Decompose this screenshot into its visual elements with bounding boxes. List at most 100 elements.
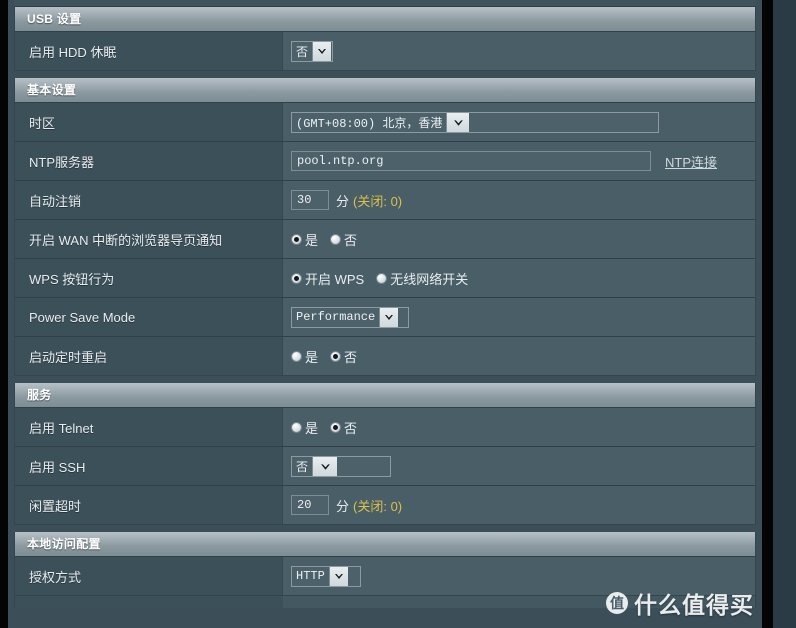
section-title-services: 服务	[15, 383, 755, 408]
idle-timeout-unit: 分	[336, 498, 350, 514]
label-hdd-sleep: 启用 HDD 休眠	[15, 32, 283, 70]
label-ntp-server: NTP服务器	[15, 142, 283, 180]
enable-telnet-option-yes-label: 是	[305, 420, 319, 436]
row-power-save-mode: Power Save Mode Performance	[15, 298, 755, 337]
value-wps-button: 开启 WPS 无线网络开关	[283, 259, 755, 297]
row-auth-method: 授权方式 HTTP	[15, 557, 755, 595]
enable-telnet-option-yes[interactable]: 是	[291, 418, 318, 437]
idle-timeout-input[interactable]: 20	[291, 495, 329, 515]
scheduled-reboot-option-yes[interactable]: 是	[291, 347, 318, 366]
label-wan-notify: 开启 WAN 中断的浏览器导页通知	[15, 220, 283, 258]
value-scheduled-reboot: 是 否	[283, 337, 755, 375]
enable-telnet-option-no[interactable]: 否	[330, 418, 357, 437]
timezone-select[interactable]: (GMT+08:00) 北京，香港	[291, 111, 659, 133]
section-basic: 基本设置 时区 (GMT+08:00) 北京，香港 NTP服务器 pool.nt…	[14, 78, 756, 376]
page-root: USB 设置 启用 HDD 休眠 否 基本设置 时区 (GMT+08:00) 北…	[0, 0, 796, 628]
radio-icon	[291, 233, 302, 245]
section-gap-2	[8, 376, 762, 383]
scheduled-reboot-option-yes-label: 是	[305, 349, 319, 365]
ntp-server-input[interactable]: pool.ntp.org	[291, 151, 651, 171]
timezone-select-value: (GMT+08:00) 北京，香港	[296, 116, 443, 131]
row-auto-logout: 自动注销 30 分 (关闭: 0)	[15, 181, 755, 220]
chevron-down-icon	[328, 566, 348, 586]
row-ntp-server: NTP服务器 pool.ntp.org NTP连接	[15, 142, 755, 181]
radio-icon	[291, 272, 302, 284]
row-hdd-sleep: 启用 HDD 休眠 否	[15, 32, 755, 70]
value-timezone: (GMT+08:00) 北京，香港	[283, 103, 755, 141]
radio-icon	[376, 272, 388, 284]
window-frame-right	[762, 0, 773, 628]
auto-logout-hint: (关闭: 0)	[353, 193, 403, 209]
section-title-local-access: 本地访问配置	[15, 532, 755, 557]
radio-icon	[330, 233, 342, 245]
row-idle-timeout: 闲置超时 20 分 (关闭: 0)	[15, 486, 755, 524]
label-enable-ssh: 启用 SSH	[15, 447, 283, 485]
label-power-save-mode: Power Save Mode	[15, 298, 283, 336]
chevron-down-icon	[379, 307, 399, 327]
row-enable-ssh: 启用 SSH 否	[15, 447, 755, 486]
wps-button-option-wps-label: 开启 WPS	[305, 271, 365, 287]
label-auto-logout: 自动注销	[15, 181, 283, 219]
wan-notify-radio-group: 是 否	[291, 230, 369, 249]
scheduled-reboot-radio-group: 是 否	[291, 347, 369, 366]
section-usb: USB 设置 启用 HDD 休眠 否	[14, 7, 756, 71]
auto-logout-input[interactable]: 30	[291, 190, 329, 210]
partial-row-label-column	[15, 596, 283, 608]
wan-notify-option-no[interactable]: 否	[330, 230, 357, 249]
label-enable-telnet: 启用 Telnet	[15, 408, 283, 446]
value-hdd-sleep: 否	[283, 32, 755, 70]
row-enable-telnet: 启用 Telnet 是 否	[15, 408, 755, 447]
radio-icon	[330, 421, 342, 433]
section-title-usb: USB 设置	[15, 7, 755, 32]
auto-logout-unit: 分	[336, 193, 350, 209]
radio-icon	[291, 421, 302, 433]
value-power-save-mode: Performance	[283, 298, 755, 336]
wan-notify-option-no-label: 否	[344, 232, 358, 248]
value-auto-logout: 30 分 (关闭: 0)	[283, 181, 755, 219]
radio-icon	[330, 350, 342, 362]
wps-button-option-wifi-toggle-label: 无线网络开关	[390, 271, 469, 287]
row-next-partial	[14, 596, 756, 608]
radio-icon	[291, 350, 302, 362]
power-save-mode-select[interactable]: Performance	[291, 306, 409, 328]
idle-timeout-hint: (关闭: 0)	[353, 498, 403, 514]
wps-button-option-wps[interactable]: 开启 WPS	[291, 269, 364, 288]
window-frame-left	[0, 0, 8, 628]
label-scheduled-reboot: 启动定时重启	[15, 337, 283, 375]
row-timezone: 时区 (GMT+08:00) 北京，香港	[15, 103, 755, 142]
section-local-access: 本地访问配置 授权方式 HTTP	[14, 532, 756, 596]
enable-ssh-select[interactable]: 否	[291, 455, 391, 477]
value-idle-timeout: 20 分 (关闭: 0)	[283, 486, 755, 524]
label-auth-method: 授权方式	[15, 557, 283, 595]
value-wan-notify: 是 否	[283, 220, 755, 258]
value-auth-method: HTTP	[283, 557, 755, 595]
value-enable-ssh: 否	[283, 447, 755, 485]
wan-notify-option-yes[interactable]: 是	[291, 230, 318, 249]
auth-method-select-value: HTTP	[296, 569, 325, 583]
chevron-down-icon	[446, 112, 470, 132]
chevron-down-icon	[312, 41, 332, 61]
wps-button-option-wifi-toggle[interactable]: 无线网络开关	[376, 269, 468, 288]
hdd-sleep-select[interactable]: 否	[291, 40, 333, 62]
hdd-sleep-select-value: 否	[296, 45, 309, 60]
value-enable-telnet: 是 否	[283, 408, 755, 446]
wan-notify-option-yes-label: 是	[305, 232, 319, 248]
label-wps-button: WPS 按钮行为	[15, 259, 283, 297]
section-gap-3	[8, 525, 762, 532]
previous-table-sliver	[14, 0, 756, 7]
power-save-mode-select-value: Performance	[296, 310, 376, 324]
scheduled-reboot-option-no[interactable]: 否	[330, 347, 357, 366]
value-ntp-server: pool.ntp.org NTP连接	[283, 142, 755, 180]
row-scheduled-reboot: 启动定时重启 是 否	[15, 337, 755, 375]
section-services: 服务 启用 Telnet 是 否 启用 SSH 否 闲置超时 20 分 (关闭:…	[14, 383, 756, 525]
label-timezone: 时区	[15, 103, 283, 141]
scheduled-reboot-option-no-label: 否	[344, 349, 358, 365]
ntp-connect-link[interactable]: NTP连接	[665, 152, 717, 171]
chevron-down-icon	[312, 456, 338, 476]
section-title-basic: 基本设置	[15, 78, 755, 103]
section-gap-1	[8, 71, 762, 78]
wps-button-radio-group: 开启 WPS 无线网络开关	[291, 269, 480, 288]
row-wps-button: WPS 按钮行为 开启 WPS 无线网络开关	[15, 259, 755, 298]
enable-telnet-option-no-label: 否	[344, 420, 358, 436]
auth-method-select[interactable]: HTTP	[291, 565, 361, 587]
